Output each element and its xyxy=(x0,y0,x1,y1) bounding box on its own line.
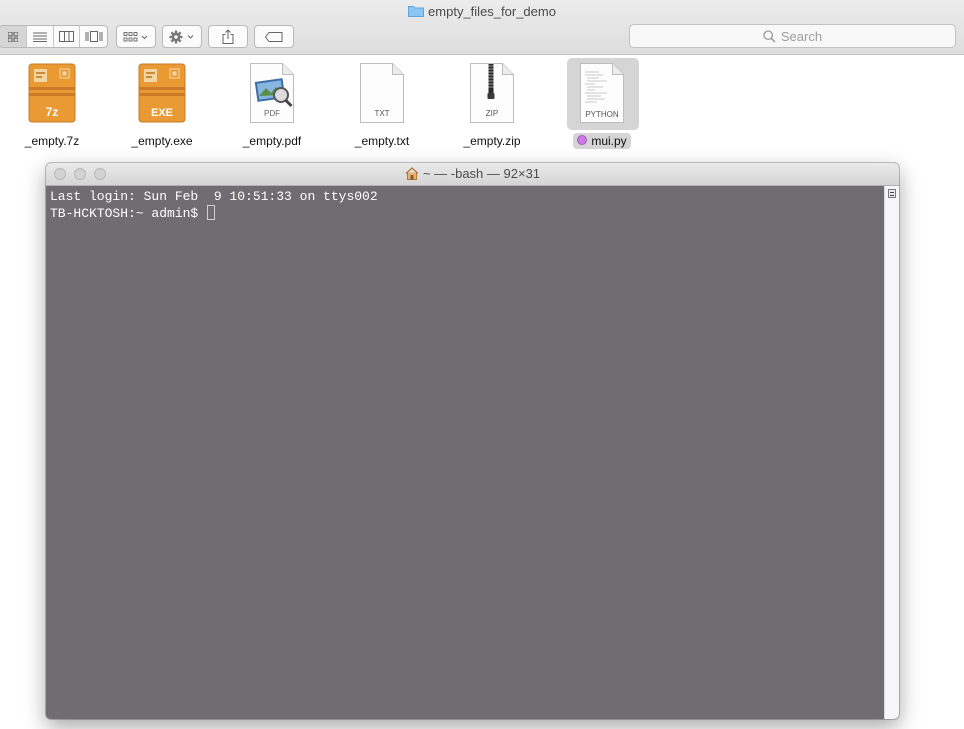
exe-icon: EXE xyxy=(138,63,186,123)
purple-tag-icon xyxy=(577,135,588,145)
file-badge-zip: ZIP xyxy=(486,109,498,118)
terminal-line: Last login: Sun Feb 9 10:51:33 on ttys00… xyxy=(50,189,378,204)
action-button-group xyxy=(162,25,202,48)
arrange-grid-icon xyxy=(123,31,148,41)
columns-icon xyxy=(58,31,74,42)
icon-grid-icon xyxy=(7,31,18,42)
search-placeholder: Search xyxy=(780,28,823,44)
file-name: _empty.pdf xyxy=(242,134,302,148)
action-button[interactable] xyxy=(163,26,201,47)
arrange-button-group xyxy=(116,25,156,48)
file-name: _empty.txt xyxy=(354,134,410,148)
coverflow-icon xyxy=(85,31,103,42)
terminal-scrollbar[interactable] xyxy=(884,186,899,719)
zip-icon: ZIP xyxy=(470,63,514,123)
file-name: _empty.7z xyxy=(24,134,80,148)
icon-view-button[interactable] xyxy=(0,26,27,47)
file-item-python[interactable]: PYTHON mui.py xyxy=(547,58,657,154)
file-item-zip[interactable]: ZIP _empty.zip xyxy=(437,58,547,154)
share-icon xyxy=(222,29,234,44)
file-name: _empty.zip xyxy=(463,134,521,148)
coverflow-view-button[interactable] xyxy=(80,26,107,47)
file-name: _empty.exe xyxy=(131,134,193,148)
search-field[interactable]: Search xyxy=(629,24,956,48)
folder-icon xyxy=(408,6,425,17)
file-item-7z[interactable]: 7z _empty.7z xyxy=(0,58,107,154)
view-mode-group xyxy=(0,25,108,48)
terminal-cursor xyxy=(207,205,216,220)
file-badge-pdf: PDF xyxy=(264,109,280,118)
file-badge-exe: EXE xyxy=(151,107,173,119)
share-button[interactable] xyxy=(209,26,247,47)
file-item-exe[interactable]: EXE _empty.exe xyxy=(107,58,217,154)
gear-icon xyxy=(169,30,194,43)
file-name-container: mui.py xyxy=(547,133,657,149)
terminal-title-text: ~ — -bash — 92×31 xyxy=(422,166,541,181)
finder-window-title: empty_files_for_demo xyxy=(0,4,964,20)
file-badge-7z: 7z xyxy=(46,105,59,119)
terminal-titlebar[interactable]: ~ — -bash — 92×31 xyxy=(46,163,899,186)
tag-icon xyxy=(265,31,283,42)
terminal-output[interactable]: Last login: Sun Feb 9 10:51:33 on ttys00… xyxy=(46,186,884,719)
list-icon xyxy=(32,32,47,42)
share-button-group xyxy=(208,25,248,48)
terminal-window[interactable]: ~ — -bash — 92×31 Last login: Sun Feb 9 … xyxy=(46,163,899,719)
edit-tags-button[interactable] xyxy=(255,26,293,47)
column-view-button[interactable] xyxy=(54,26,81,47)
scroll-marker-icon[interactable] xyxy=(888,189,896,198)
arrange-button[interactable] xyxy=(117,26,155,47)
terminal-prompt: TB-HCKTOSH:~ admin$ xyxy=(50,206,207,221)
file-name-pill: mui.py xyxy=(573,133,631,149)
file-item-txt[interactable]: TXT _empty.txt xyxy=(327,58,437,154)
python-file-icon: PYTHON xyxy=(580,63,624,123)
file-badge-python: PYTHON xyxy=(585,110,619,119)
file-item-pdf[interactable]: PDF _empty.pdf xyxy=(217,58,327,154)
file-badge-txt: TXT xyxy=(374,109,389,118)
terminal-prompt-line: TB-HCKTOSH:~ admin$ xyxy=(50,205,884,222)
list-view-button[interactable] xyxy=(27,26,54,47)
txt-icon: TXT xyxy=(360,63,404,123)
finder-toolbar: empty_files_for_demo Search xyxy=(0,0,964,55)
file-name: mui.py xyxy=(591,134,627,148)
terminal-title: ~ — -bash — 92×31 xyxy=(46,166,899,182)
search-icon xyxy=(763,29,776,43)
pdf-icon: PDF xyxy=(250,63,294,123)
finder-title-text: empty_files_for_demo xyxy=(428,4,556,19)
archive-7z-icon: 7z xyxy=(28,63,76,123)
home-icon xyxy=(405,167,419,180)
tag-button-group xyxy=(254,25,294,48)
